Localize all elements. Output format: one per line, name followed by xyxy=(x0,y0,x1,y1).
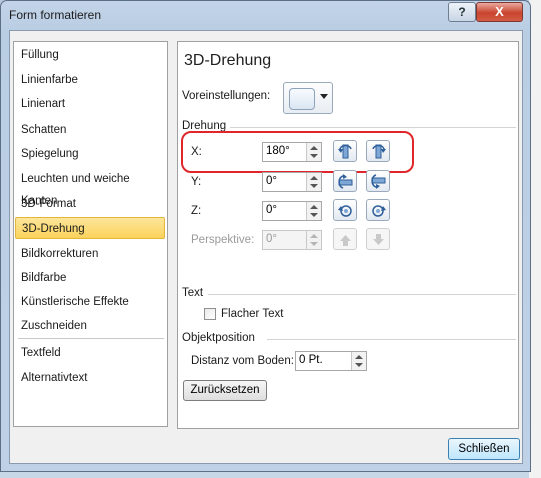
y-rotation-label: Y: xyxy=(191,176,202,188)
rotate-up-icon xyxy=(338,174,353,189)
section-divider xyxy=(267,339,516,340)
z-rotate-clockwise-button[interactable] xyxy=(366,199,390,221)
distance-from-ground-label: Distanz vom Boden: xyxy=(191,355,294,367)
text-section-label: Text xyxy=(182,287,204,299)
close-dialog-button[interactable]: Schließen xyxy=(448,438,520,460)
z-rotation-label: Z: xyxy=(191,205,202,217)
close-window-button[interactable]: X xyxy=(476,2,523,22)
flat-text-label[interactable]: Flacher Text xyxy=(221,308,283,320)
perspective-down-icon xyxy=(373,234,384,245)
help-button[interactable]: ? xyxy=(448,2,476,22)
nav-item-reflection[interactable]: Spiegelung xyxy=(15,143,165,165)
nav-item-3d-rotation[interactable]: 3D-Drehung xyxy=(15,217,165,239)
nav-item-glow-soft-edges[interactable]: Leuchten und weiche Kanten xyxy=(15,168,165,207)
section-divider xyxy=(230,127,516,128)
presets-dropdown[interactable] xyxy=(283,82,333,114)
nav-item-text-box[interactable]: Textfeld xyxy=(15,342,165,364)
distance-from-ground-spinner[interactable]: 0 Pt. xyxy=(295,351,367,371)
nav-item-picture-color[interactable]: Bildfarbe xyxy=(15,267,165,289)
z-rotation-spinner[interactable]: 0° xyxy=(262,201,322,221)
nav-item-artistic-effects[interactable]: Künstlerische Effekte xyxy=(15,291,165,313)
spin-up-icon xyxy=(310,234,318,238)
flat-text-checkbox[interactable] xyxy=(204,308,216,320)
y-rotate-down-button[interactable] xyxy=(366,170,390,192)
panel-title: 3D-Drehung xyxy=(184,52,272,69)
dialog-body: Füllung Linienfarbe Linienart Schatten S… xyxy=(9,30,523,464)
perspective-label: Perspektive: xyxy=(191,234,255,246)
spin-up-icon[interactable] xyxy=(355,355,363,359)
spin-down-icon xyxy=(310,242,318,246)
dialog-title: Form formatieren xyxy=(9,8,102,22)
spin-down-icon[interactable] xyxy=(310,213,318,217)
title-bar[interactable]: Form formatieren ? X xyxy=(1,1,530,29)
perspective-decrease-button xyxy=(366,228,390,250)
highlight-annotation xyxy=(181,131,414,173)
nav-divider xyxy=(18,338,164,339)
chevron-down-icon xyxy=(320,94,328,99)
rotate-clockwise-icon xyxy=(372,205,386,217)
spin-down-icon[interactable] xyxy=(355,363,363,367)
nav-item-fill[interactable]: Füllung xyxy=(15,44,165,66)
spin-up-icon[interactable] xyxy=(310,205,318,209)
nav-item-shadow[interactable]: Schatten xyxy=(15,119,165,141)
spin-up-icon[interactable] xyxy=(310,176,318,180)
y-rotation-value: 0° xyxy=(266,175,277,187)
format-shape-dialog: Form formatieren ? X Füllung Linienfarbe… xyxy=(0,0,531,472)
y-rotation-spinner[interactable]: 0° xyxy=(262,172,322,192)
settings-panel: 3D-Drehung Voreinstellungen: Drehung X: … xyxy=(177,41,519,429)
rotate-counterclockwise-icon xyxy=(338,205,352,217)
nav-item-picture-corrections[interactable]: Bildkorrekturen xyxy=(15,243,165,265)
nav-item-line-style[interactable]: Linienart xyxy=(15,93,165,115)
rotate-down-icon xyxy=(371,174,386,189)
nav-item-crop[interactable]: Zuschneiden xyxy=(15,315,165,337)
section-divider xyxy=(208,294,516,295)
perspective-up-icon xyxy=(340,235,351,246)
reset-button[interactable]: Zurücksetzen xyxy=(183,380,267,401)
distance-from-ground-value: 0 Pt. xyxy=(299,354,323,366)
perspective-value: 0° xyxy=(266,233,277,245)
category-list: Füllung Linienfarbe Linienart Schatten S… xyxy=(13,41,168,427)
spin-down-icon[interactable] xyxy=(310,184,318,188)
object-position-section-label: Objektposition xyxy=(182,332,255,344)
presets-label: Voreinstellungen: xyxy=(182,90,271,102)
y-rotate-up-button[interactable] xyxy=(333,170,357,192)
perspective-increase-button xyxy=(333,228,357,250)
z-rotate-counterclockwise-button[interactable] xyxy=(333,199,357,221)
preset-preview xyxy=(289,88,315,110)
perspective-spinner: 0° xyxy=(262,230,322,250)
nav-item-line-color[interactable]: Linienfarbe xyxy=(15,69,165,91)
nav-item-alt-text[interactable]: Alternativtext xyxy=(15,367,165,389)
z-rotation-value: 0° xyxy=(266,204,277,216)
nav-item-3d-format[interactable]: 3D-Format xyxy=(15,193,165,215)
